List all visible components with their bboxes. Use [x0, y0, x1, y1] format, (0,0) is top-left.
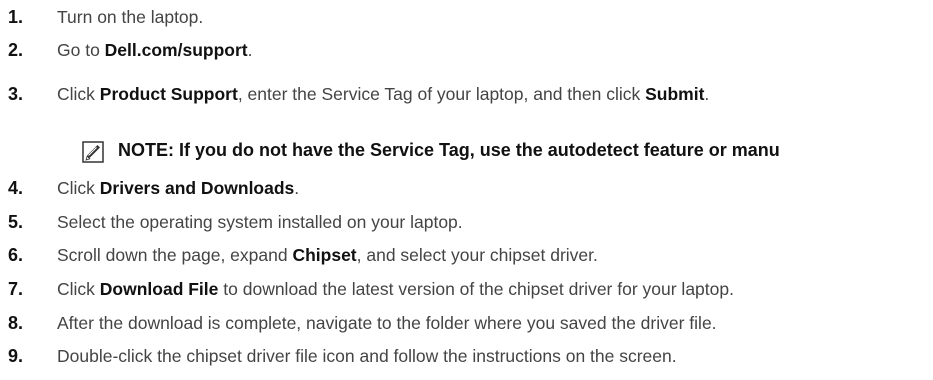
step-text: Click Product Support, enter the Service… [57, 79, 709, 109]
step-text-part: After the download is complete, navigate… [57, 313, 717, 333]
step-text-part: Go to [57, 40, 105, 60]
step-text-part: Click [57, 178, 100, 198]
step-text-part: Scroll down the page, expand [57, 245, 293, 265]
step-number: 4. [8, 178, 24, 198]
step-text-part: , enter the Service Tag of your laptop, … [237, 84, 646, 104]
step-number: 2. [8, 40, 24, 60]
step-text-part: Double-click the chipset driver file ico… [57, 346, 677, 366]
step-text-part: , and select your chipset driver. [356, 245, 598, 265]
note-callout: NOTE: If you do not have the Service Tag… [0, 132, 933, 168]
step-text-part: . [247, 40, 253, 60]
step-text: Go to Dell.com/support. [57, 35, 252, 65]
step-text: Click Drivers and Downloads. [57, 173, 299, 203]
step-text-part: . [704, 84, 710, 104]
step-text-part: Click [57, 84, 100, 104]
step-text-part: to download the latest version of the ch… [218, 279, 734, 299]
step-bold-text: Product Support [99, 84, 238, 104]
step-text: Select the operating system installed on… [57, 207, 463, 237]
step-number: 7. [8, 279, 24, 299]
step-text: Double-click the chipset driver file ico… [57, 341, 677, 371]
step-text: Click Download File to download the late… [57, 274, 734, 304]
step-bold-text: Download File [99, 279, 219, 299]
note-text: NOTE: If you do not have the Service Tag… [118, 140, 780, 160]
step-text: After the download is complete, navigate… [57, 308, 717, 338]
step-bold-text: Dell.com/support [104, 40, 248, 60]
step-bold-text: Chipset [292, 245, 357, 265]
step-number: 5. [8, 212, 24, 232]
step-text: Turn on the laptop. [57, 2, 203, 32]
step-text-part: Select the operating system installed on… [57, 212, 463, 232]
instruction-steps: 1. Turn on the laptop. 2. Go to Dell.com… [0, 0, 933, 380]
step-text-part: Turn on the laptop. [57, 7, 204, 27]
step-number: 3. [8, 84, 24, 104]
step-number: 6. [8, 245, 24, 265]
note-pencil-icon [82, 141, 104, 163]
step-bold-text: Submit [645, 84, 705, 104]
step-bold-text: Drivers and Downloads [99, 178, 295, 198]
step-number: 1. [8, 7, 24, 27]
step-text-part: Click [57, 279, 100, 299]
step-text: Scroll down the page, expand Chipset, an… [57, 240, 598, 270]
step-number: 9. [8, 346, 24, 366]
step-text-part: . [294, 178, 300, 198]
step-number: 8. [8, 313, 24, 333]
